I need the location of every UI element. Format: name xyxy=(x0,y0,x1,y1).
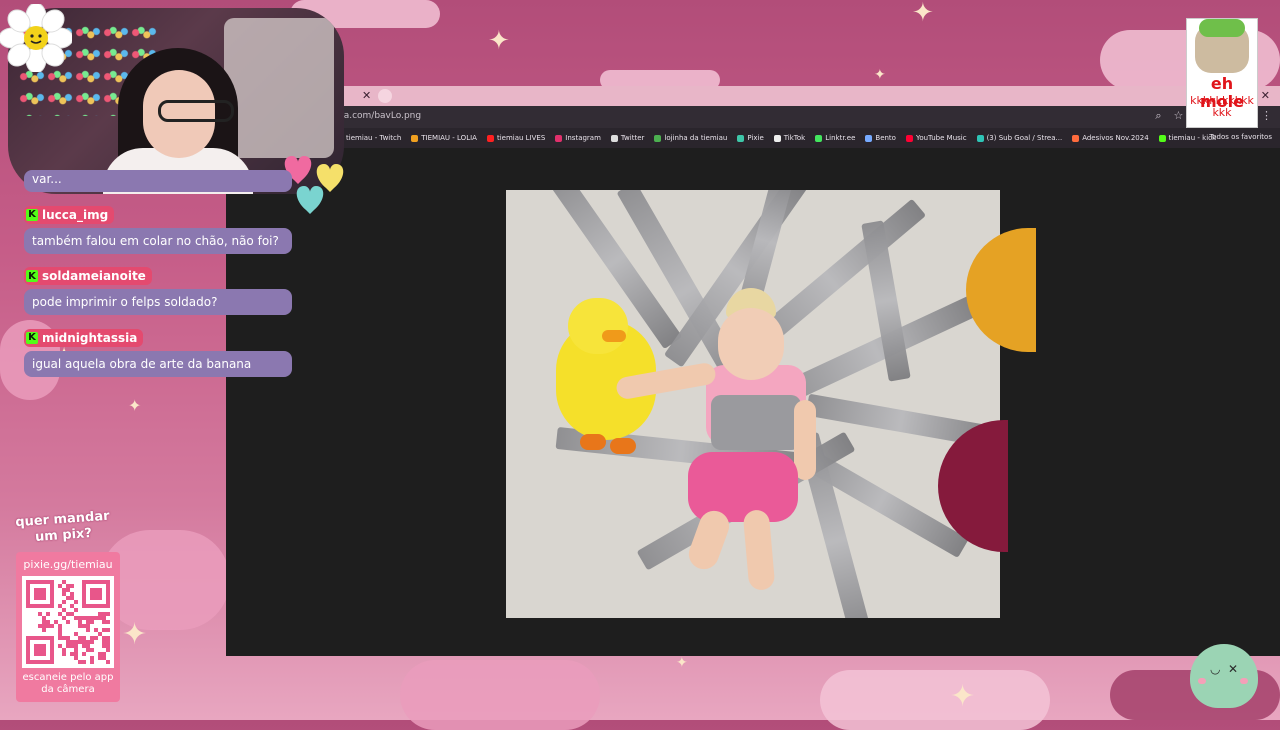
bookmark-favicon-icon xyxy=(654,134,662,142)
sparkle-icon: ✦ xyxy=(128,396,142,415)
bookmark-item[interactable]: (3) Sub Goal / Strea... xyxy=(976,134,1063,142)
pix-card: pixie.gg/tiemiau escaneie pelo app da câ… xyxy=(16,552,120,702)
chat-message-text: pode imprimir o felps soldado? xyxy=(24,289,292,315)
bookmark-label: YouTube Music xyxy=(915,134,967,142)
displayed-image xyxy=(506,190,1000,618)
address-bar[interactable]: na.com/bavLo.png ⌕ ☆ ▣ ◐ ● ⋮ xyxy=(226,106,1280,128)
sparkle-icon: ✦ xyxy=(488,26,510,56)
menu-icon[interactable]: ⋮ xyxy=(1261,109,1272,123)
chat-message: Ksoldameianoite pode imprimir o felps so… xyxy=(24,264,296,315)
bookmark-item[interactable]: YouTube Music xyxy=(905,134,967,142)
chat-message-text: também falou em colar no chão, não foi? xyxy=(24,227,292,254)
bookmark-item[interactable]: Adesivos Nov.2024 xyxy=(1072,134,1149,142)
bookmarks-bar: tiemiau - Twitch TIEMIAU - LOLIA tiemiau L… xyxy=(226,128,1280,148)
browser-window: ✕ ✕ na.com/bavLo.png ⌕ ☆ ▣ ◐ ● ⋮ tiemiau… xyxy=(226,86,1280,656)
new-tab-button[interactable] xyxy=(378,89,392,103)
chat-message-text: igual aquela obra de arte da banana xyxy=(24,350,292,377)
bookmark-item[interactable]: TikTok xyxy=(773,134,806,142)
bookmark-label: Linktr.ee xyxy=(825,134,856,142)
bookmark-item[interactable]: Instagram xyxy=(555,134,601,142)
kick-badge-icon: K xyxy=(26,208,38,221)
chat-username[interactable]: Kmidnightassia xyxy=(24,328,144,347)
bookmark-favicon-icon xyxy=(976,134,984,142)
qr-code-icon xyxy=(22,576,114,668)
bookmark-item[interactable]: lojinha da tiemiau xyxy=(654,134,727,142)
bookmark-label: Twitter xyxy=(620,134,645,142)
bookmark-favicon-icon xyxy=(815,134,823,142)
bookmark-favicon-icon xyxy=(1072,134,1080,142)
chat-username[interactable]: Ksoldameianoite xyxy=(24,267,152,285)
bookmark-label: Pixie xyxy=(747,134,764,142)
bookmark-favicon-icon xyxy=(773,134,781,142)
bookmark-label: Adesivos Nov.2024 xyxy=(1082,134,1149,142)
chat-message-text: var... xyxy=(24,170,292,192)
bookmark-label: (3) Sub Goal / Strea... xyxy=(986,134,1063,142)
bookmark-favicon-icon xyxy=(555,134,563,142)
bookmark-label: Instagram xyxy=(565,134,601,142)
star-icon[interactable]: ☆ xyxy=(1174,109,1184,123)
pix-caption: escaneie pelo app da câmera xyxy=(22,672,114,695)
bookmark-label: Bento xyxy=(875,134,896,142)
bookmark-label: lojinha da tiemiau xyxy=(664,134,728,142)
bookmark-item[interactable]: Twitter xyxy=(610,134,645,142)
bookmark-item[interactable]: Bento xyxy=(865,134,896,142)
bookmark-favicon-icon xyxy=(865,134,873,142)
bookmark-label: TikTok xyxy=(783,134,806,142)
meme-image: eh mole kkkkkkkkkkkkk xyxy=(1186,18,1258,128)
bookmark-favicon-icon xyxy=(411,134,419,142)
search-icon[interactable]: ⌕ xyxy=(1155,109,1161,123)
bookmark-label: tiemiau - Twitch xyxy=(346,134,402,142)
meme-subtitle: kkkkkkkkkkkkk xyxy=(1190,94,1254,119)
cloud xyxy=(820,670,1050,730)
pix-url: pixie.gg/tiemiau xyxy=(23,558,113,571)
bookmark-favicon-icon xyxy=(737,134,745,142)
bookmark-label: tiemiau LIVES xyxy=(496,134,546,142)
bookmark-item[interactable]: Pixie xyxy=(737,134,764,142)
tab-close-icon[interactable]: ✕ xyxy=(362,89,371,102)
sparkle-icon: ✦ xyxy=(122,617,148,652)
bookmark-label: TIEMIAU - LOLIA xyxy=(421,134,477,142)
kick-badge-icon: K xyxy=(26,331,38,344)
chat-username-text: lucca_img xyxy=(42,207,109,222)
window-close-icon[interactable]: ✕ xyxy=(1261,89,1270,102)
tab-strip: ✕ ✕ xyxy=(226,86,1280,106)
sparkle-icon: ✦ xyxy=(874,67,886,83)
sparkle-icon: ✦ xyxy=(912,0,934,28)
chat-username[interactable]: Klucca_img xyxy=(24,205,115,224)
blob-mascot-icon: ◡ ✕ xyxy=(1190,644,1258,708)
bookmark-item[interactable]: Linktr.ee xyxy=(815,134,855,142)
bookmark-favicon-icon xyxy=(1158,134,1166,142)
kick-badge-icon: K xyxy=(26,270,38,282)
flower-icon xyxy=(0,4,72,72)
chat-panel: var... Klucca_img também falou em colar … xyxy=(24,170,296,387)
bookmark-item[interactable]: tiemiau LIVES xyxy=(486,134,546,142)
bookmark-favicon-icon xyxy=(905,134,913,142)
chat-message: var... xyxy=(24,170,296,192)
bookmark-item[interactable]: tiemiau - kick xyxy=(1158,134,1216,142)
bookmark-favicon-icon xyxy=(610,134,618,142)
sparkle-icon: ✦ xyxy=(950,679,976,714)
chat-username-text: midnightassia xyxy=(42,330,138,345)
chat-message: Klucca_img também falou em colar no chão… xyxy=(24,202,296,254)
all-favorites-link[interactable]: Todos os favoritos xyxy=(1209,133,1272,141)
chat-message: Kmidnightassia igual aquela obra de arte… xyxy=(24,325,296,377)
bookmark-item[interactable]: TIEMIAU - LOLIA xyxy=(411,134,477,142)
sparkle-icon: ✦ xyxy=(676,655,688,671)
frog-hat-icon xyxy=(1199,19,1245,37)
bookmark-item[interactable]: tiemiau - Twitch xyxy=(336,134,401,142)
chat-username-text: soldameianoite xyxy=(42,269,146,283)
pix-title: quer mandar um pix? xyxy=(14,508,111,545)
url-text[interactable]: na.com/bavLo.png xyxy=(338,111,421,121)
bookmark-favicon-icon xyxy=(486,134,494,142)
